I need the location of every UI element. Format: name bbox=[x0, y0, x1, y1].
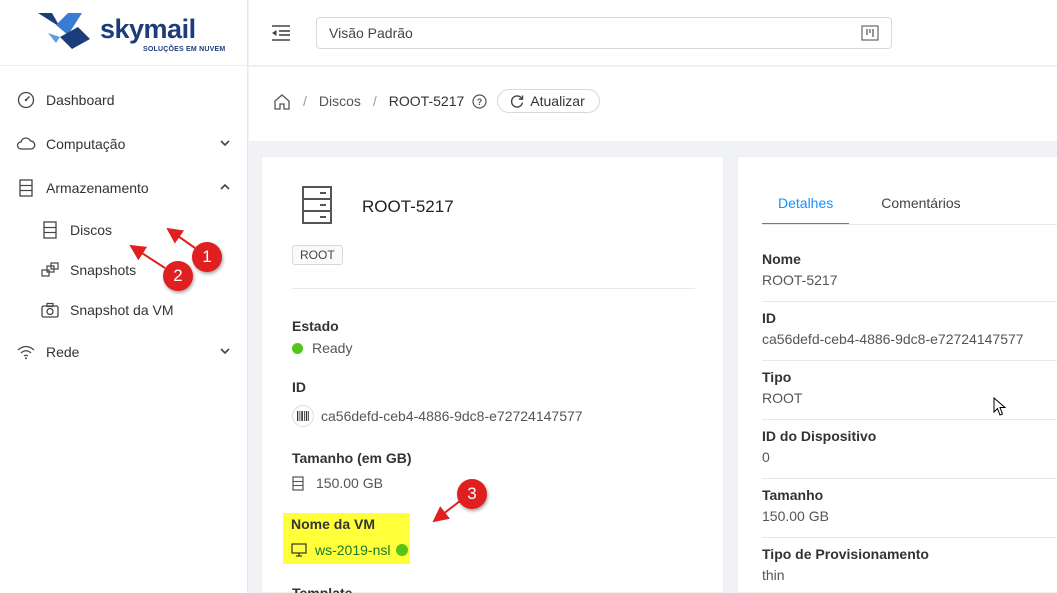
detail-key: ID bbox=[762, 310, 776, 326]
refresh-icon bbox=[511, 95, 524, 108]
disk-icon bbox=[40, 220, 60, 240]
svg-text:?: ? bbox=[477, 97, 483, 107]
chevron-down-icon[interactable] bbox=[220, 346, 230, 356]
view-selector[interactable]: Visão Padrão bbox=[316, 17, 892, 49]
dashboard-icon bbox=[16, 90, 36, 110]
wifi-icon bbox=[16, 342, 36, 362]
camera-icon bbox=[40, 300, 60, 320]
detail-key: Tipo bbox=[762, 369, 792, 385]
refresh-label: Atualizar bbox=[530, 93, 585, 109]
tab-detalhes[interactable]: Detalhes bbox=[762, 185, 850, 225]
sidebar-item-rede[interactable]: Rede bbox=[0, 330, 248, 374]
annotation-badge-1: 1 bbox=[192, 242, 222, 272]
detail-key: ID do Dispositivo bbox=[762, 428, 877, 444]
id-label: ID bbox=[292, 379, 306, 395]
top-bar: Visão Padrão bbox=[249, 0, 1057, 66]
details-tabs: Detalhes Comentários bbox=[762, 185, 977, 225]
detail-key: Tipo de Provisionamento bbox=[762, 546, 929, 562]
snapshots-icon bbox=[40, 260, 60, 280]
state-label: Estado bbox=[292, 318, 339, 334]
status-ok-dot bbox=[292, 342, 303, 354]
annotation-badge-2: 2 bbox=[163, 261, 193, 291]
help-icon[interactable]: ? bbox=[472, 93, 487, 109]
divider bbox=[292, 288, 695, 289]
sidebar-menu: Dashboard Computação Armazenamento Disco… bbox=[0, 78, 248, 374]
size-field: Tamanho (em GB) 150.00 GB bbox=[292, 450, 412, 491]
brand-tagline: SOLUÇÕES EM NUVEM bbox=[143, 46, 226, 53]
sidebar-item-computacao[interactable]: Computação bbox=[0, 122, 248, 166]
detail-value: ROOT bbox=[762, 390, 803, 406]
breadcrumb-separator: / bbox=[303, 93, 307, 109]
desktop-icon bbox=[291, 543, 307, 557]
brand-name: skymail bbox=[100, 14, 196, 44]
vm-status-dot bbox=[396, 544, 409, 556]
barcode-icon bbox=[292, 405, 314, 427]
detail-row: ID do Dispositivo 0 bbox=[762, 420, 1057, 479]
disk-type-tag: ROOT bbox=[292, 245, 343, 265]
detail-key: Nome bbox=[762, 251, 801, 267]
annotation-badge-3: 3 bbox=[457, 479, 487, 509]
detail-value: thin bbox=[762, 567, 785, 583]
refresh-button[interactable]: Atualizar bbox=[497, 89, 600, 113]
detail-row: Tipo ROOT bbox=[762, 361, 1057, 420]
state-value: Ready bbox=[312, 340, 353, 356]
detail-row: Tipo de Provisionamento thin bbox=[762, 538, 1057, 593]
sidebar-item-dashboard[interactable]: Dashboard bbox=[0, 78, 248, 122]
detail-value: 150.00 GB bbox=[762, 508, 829, 524]
vm-name-label: Nome da VM bbox=[291, 516, 376, 532]
disk-icon bbox=[302, 186, 332, 224]
cloud-icon bbox=[16, 134, 36, 154]
sidebar: skymail SOLUÇÕES EM NUVEM Dashboard Comp… bbox=[0, 0, 248, 593]
size-value: 150.00 GB bbox=[316, 475, 383, 491]
id-value: ca56defd-ceb4-4886-9dc8-e72724147577 bbox=[321, 408, 583, 424]
breadcrumb-separator: / bbox=[372, 93, 377, 109]
detail-row: Nome ROOT-5217 bbox=[762, 243, 1057, 302]
detail-value: 0 bbox=[762, 449, 770, 465]
sidebar-item-label: Snapshot da VM bbox=[70, 302, 174, 318]
home-icon[interactable] bbox=[273, 93, 291, 110]
details-card: Detalhes Comentários Nome ROOT-5217 ID c… bbox=[737, 156, 1057, 593]
detail-row: Tamanho 150.00 GB bbox=[762, 479, 1057, 538]
vm-name-row: ws-2019-nsl bbox=[291, 542, 409, 558]
storage-icon bbox=[292, 475, 304, 491]
vm-name-link[interactable]: ws-2019-nsl bbox=[315, 542, 390, 558]
view-selector-value: Visão Padrão bbox=[329, 25, 413, 41]
sidebar-item-label: Snapshots bbox=[70, 262, 137, 278]
logo[interactable]: skymail SOLUÇÕES EM NUVEM bbox=[0, 0, 247, 66]
id-field: ID ca56defd-ceb4-4886-9dc8-e72724147577 bbox=[292, 379, 583, 427]
size-label: Tamanho (em GB) bbox=[292, 450, 412, 466]
detail-key: Tamanho bbox=[762, 487, 824, 503]
tab-comentarios[interactable]: Comentários bbox=[865, 185, 976, 225]
storage-icon bbox=[16, 178, 36, 198]
vm-name-highlight: Nome da VM ws-2019-nsl bbox=[283, 513, 410, 564]
skymail-logo-icon bbox=[38, 13, 90, 49]
chevron-up-icon[interactable] bbox=[220, 182, 230, 192]
menu-collapse-icon[interactable] bbox=[271, 24, 291, 42]
mouse-cursor-icon bbox=[993, 397, 1007, 416]
sidebar-item-label: Computação bbox=[46, 136, 126, 152]
tab-underline bbox=[762, 224, 1057, 225]
sidebar-item-snapshot-vm[interactable]: Snapshot da VM bbox=[0, 290, 248, 330]
sidebar-item-label: Armazenamento bbox=[46, 180, 149, 196]
detail-value: ca56defd-ceb4-4886-9dc8-e72724147577 bbox=[762, 331, 1024, 347]
kanban-icon[interactable] bbox=[861, 25, 879, 41]
breadcrumb-current: ROOT-5217 bbox=[388, 93, 465, 109]
sidebar-item-armazenamento[interactable]: Armazenamento bbox=[0, 166, 248, 210]
disk-title: ROOT-5217 bbox=[362, 197, 454, 216]
sidebar-item-label: Discos bbox=[70, 222, 113, 238]
sidebar-item-label: Dashboard bbox=[46, 92, 115, 108]
breadcrumb-discos[interactable]: Discos bbox=[319, 93, 361, 109]
state-field: Estado Ready bbox=[292, 318, 352, 356]
sidebar-item-label: Rede bbox=[46, 344, 80, 360]
breadcrumb-bar: / Discos / ROOT-5217 ? Atualizar bbox=[249, 67, 1057, 141]
template-field: Template bbox=[292, 585, 352, 593]
breadcrumb: / Discos / ROOT-5217 ? Atualizar bbox=[273, 89, 600, 113]
detail-value: ROOT-5217 bbox=[762, 272, 838, 288]
detail-row: ID ca56defd-ceb4-4886-9dc8-e72724147577 bbox=[762, 302, 1057, 361]
template-label: Template bbox=[292, 585, 353, 593]
chevron-down-icon[interactable] bbox=[220, 138, 230, 148]
